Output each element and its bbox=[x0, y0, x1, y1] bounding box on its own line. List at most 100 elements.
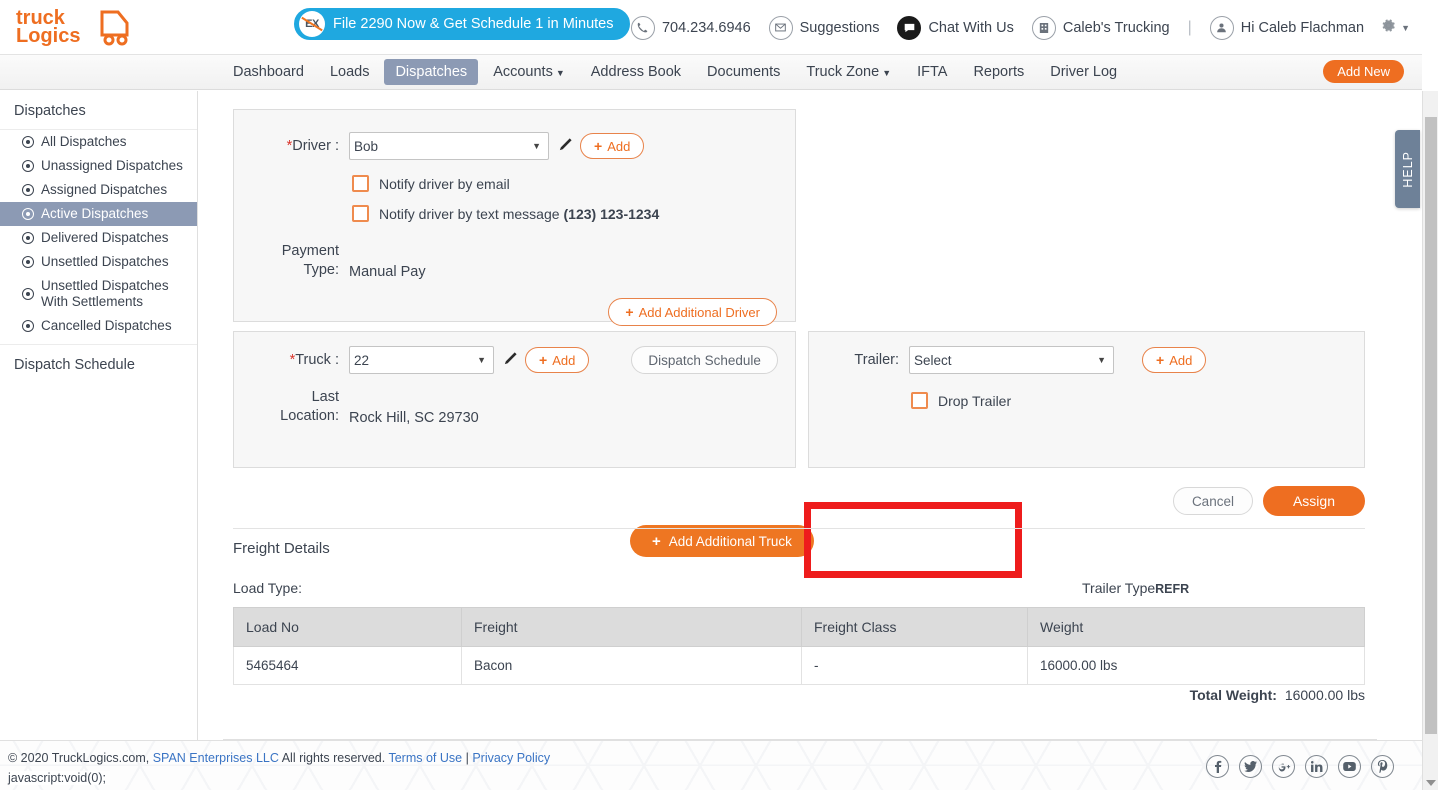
trailer-select[interactable]: Select bbox=[909, 346, 1114, 374]
phone-icon bbox=[630, 15, 655, 40]
main-content: *Driver : Bob ▼ + Add Notify driver by em… bbox=[198, 91, 1422, 740]
file-2290-promo-banner[interactable]: EX File 2290 Now & Get Schedule 1 in Min… bbox=[294, 8, 631, 40]
edit-driver-pencil-icon[interactable] bbox=[558, 137, 573, 155]
page-scrollbar[interactable] bbox=[1422, 91, 1438, 790]
dispatch-schedule-button[interactable]: Dispatch Schedule bbox=[631, 346, 778, 374]
assign-button[interactable]: Assign bbox=[1262, 486, 1365, 516]
scrollbar-thumb[interactable] bbox=[1425, 117, 1437, 734]
payment-type-label-line1: Payment bbox=[281, 243, 339, 259]
chevron-down-icon: ▼ bbox=[555, 68, 565, 78]
nav-item-ifta[interactable]: IFTA bbox=[906, 59, 958, 85]
header-suggestions[interactable]: Suggestions bbox=[768, 15, 879, 40]
twitter-icon[interactable] bbox=[1239, 755, 1262, 778]
main-navigation: Dashboard Loads Dispatches Accounts ▼ Add… bbox=[0, 55, 1422, 90]
total-weight-label: Total Weight: bbox=[1189, 687, 1277, 703]
plus-icon: + bbox=[625, 304, 634, 320]
nav-item-driver-log[interactable]: Driver Log bbox=[1039, 59, 1128, 85]
truck-select[interactable]: 22 bbox=[349, 346, 494, 374]
add-driver-label: Add bbox=[607, 138, 631, 154]
sidebar-item-unsettled-dispatches-with-settlements[interactable]: Unsettled Dispatches With Settlements bbox=[0, 274, 197, 314]
drop-trailer-checkbox[interactable] bbox=[911, 392, 928, 409]
trailer-type-label: Trailer Type bbox=[1082, 580, 1156, 596]
notify-driver-text-checkbox[interactable] bbox=[352, 205, 369, 222]
sidebar-item-delivered-dispatches[interactable]: Delivered Dispatches bbox=[0, 226, 197, 250]
nav-item-loads[interactable]: Loads bbox=[319, 59, 381, 85]
pinterest-icon[interactable] bbox=[1371, 755, 1394, 778]
nav-item-truck-zone[interactable]: Truck Zone ▼ bbox=[795, 59, 902, 85]
nav-label: Address Book bbox=[590, 64, 682, 80]
add-truck-label: Add bbox=[552, 352, 576, 368]
header-company[interactable]: Caleb's Trucking bbox=[1031, 15, 1170, 40]
copyright-post: All rights reserved. bbox=[278, 751, 389, 765]
cancel-button[interactable]: Cancel bbox=[1172, 487, 1253, 515]
footer-pipe: | bbox=[462, 751, 473, 765]
nav-item-dispatches[interactable]: Dispatches bbox=[384, 59, 479, 85]
nav-item-accounts[interactable]: Accounts ▼ bbox=[482, 59, 576, 85]
column-freight-class: Freight Class bbox=[801, 607, 1028, 647]
nav-item-dashboard[interactable]: Dashboard bbox=[222, 59, 315, 85]
radio-dot-icon bbox=[22, 184, 34, 196]
youtube-icon[interactable] bbox=[1338, 755, 1361, 778]
trailer-label: Trailer: bbox=[854, 352, 899, 368]
sidebar-item-all-dispatches[interactable]: All Dispatches bbox=[0, 130, 197, 154]
header-company-label: Caleb's Trucking bbox=[1062, 19, 1170, 36]
sidebar-item-label: Unsettled Dispatches With Settlements bbox=[41, 278, 169, 309]
nav-label: Loads bbox=[329, 64, 370, 80]
nav-item-address-book[interactable]: Address Book bbox=[580, 59, 692, 85]
help-tab[interactable]: HELP bbox=[1395, 130, 1420, 208]
add-truck-button[interactable]: + Add bbox=[525, 347, 590, 373]
add-trailer-button[interactable]: + Add bbox=[1142, 347, 1207, 373]
privacy-policy-link[interactable]: Privacy Policy bbox=[472, 751, 550, 765]
sidebar-item-active-dispatches[interactable]: Active Dispatches bbox=[0, 202, 197, 226]
radio-dot-icon bbox=[22, 208, 34, 220]
add-additional-truck-button[interactable]: + Add Additional Truck bbox=[630, 525, 814, 557]
social-links bbox=[1206, 755, 1394, 778]
driver-select[interactable]: Bob bbox=[349, 132, 549, 160]
edit-truck-pencil-icon[interactable] bbox=[503, 351, 518, 369]
trailer-panel: Trailer: Select ▼ + Add Drop Trailer bbox=[808, 331, 1365, 468]
add-additional-driver-button[interactable]: + Add Additional Driver bbox=[608, 298, 777, 326]
nav-label: Reports bbox=[973, 64, 1025, 80]
help-tab-label: HELP bbox=[1400, 150, 1415, 188]
facebook-icon[interactable] bbox=[1206, 755, 1229, 778]
sidebar-item-label: Assigned Dispatches bbox=[41, 182, 168, 197]
nav-label: Driver Log bbox=[1050, 64, 1118, 80]
sidebar-item-unsettled-dispatches[interactable]: Unsettled Dispatches bbox=[0, 250, 197, 274]
add-new-button[interactable]: Add New bbox=[1323, 60, 1404, 83]
sidebar-item-unassigned-dispatches[interactable]: Unassigned Dispatches bbox=[0, 154, 197, 178]
plus-icon: + bbox=[652, 532, 661, 550]
add-driver-button[interactable]: + Add bbox=[580, 133, 645, 159]
sidebar-item-label: Cancelled Dispatches bbox=[41, 318, 172, 333]
user-avatar-icon bbox=[1209, 15, 1234, 40]
trucklogics-logo[interactable]: truck Logics bbox=[14, 4, 132, 50]
footer-copyright: © 2020 TruckLogics.com, SPAN Enterprises… bbox=[8, 751, 550, 765]
linkedin-icon[interactable] bbox=[1305, 755, 1328, 778]
expresstrucktax-icon: EX bbox=[299, 11, 325, 37]
notify-driver-email-checkbox[interactable] bbox=[352, 175, 369, 192]
sidebar-item-assigned-dispatches[interactable]: Assigned Dispatches bbox=[0, 178, 197, 202]
header-user-greeting[interactable]: Hi Caleb Flachman bbox=[1209, 15, 1364, 40]
chevron-down-icon: ▼ bbox=[882, 68, 892, 78]
google-plus-icon[interactable] bbox=[1272, 755, 1295, 778]
add-additional-truck-label: Add Additional Truck bbox=[668, 533, 792, 549]
span-enterprises-link[interactable]: SPAN Enterprises LLC bbox=[153, 751, 279, 765]
terms-of-use-link[interactable]: Terms of Use bbox=[388, 751, 462, 765]
sidebar-item-label: Unassigned Dispatches bbox=[41, 158, 183, 173]
sidebar-item-dispatch-schedule[interactable]: Dispatch Schedule bbox=[0, 344, 197, 383]
cell-freight-class: - bbox=[801, 646, 1028, 685]
load-type-row: Load Type: bbox=[233, 580, 302, 596]
sidebar-item-label: All Dispatches bbox=[41, 134, 127, 149]
header-chat-label: Chat With Us bbox=[928, 19, 1014, 36]
driver-panel: *Driver : Bob ▼ + Add Notify driver by em… bbox=[233, 109, 796, 326]
cell-weight: 16000.00 lbs bbox=[1027, 646, 1365, 685]
nav-item-documents[interactable]: Documents bbox=[696, 59, 791, 85]
nav-item-reports[interactable]: Reports bbox=[962, 59, 1035, 85]
scroll-down-arrow-icon[interactable] bbox=[1426, 780, 1436, 786]
header-phone[interactable]: 704.234.6946 bbox=[630, 15, 751, 40]
settings-menu[interactable]: ▼ bbox=[1380, 17, 1410, 39]
sidebar-item-cancelled-dispatches[interactable]: Cancelled Dispatches bbox=[0, 314, 197, 338]
header-chat[interactable]: Chat With Us bbox=[897, 15, 1014, 40]
browser-status-bar: javascript:void(0); bbox=[8, 771, 110, 785]
freight-details-title: Freight Details bbox=[233, 540, 330, 557]
column-freight: Freight bbox=[461, 607, 802, 647]
